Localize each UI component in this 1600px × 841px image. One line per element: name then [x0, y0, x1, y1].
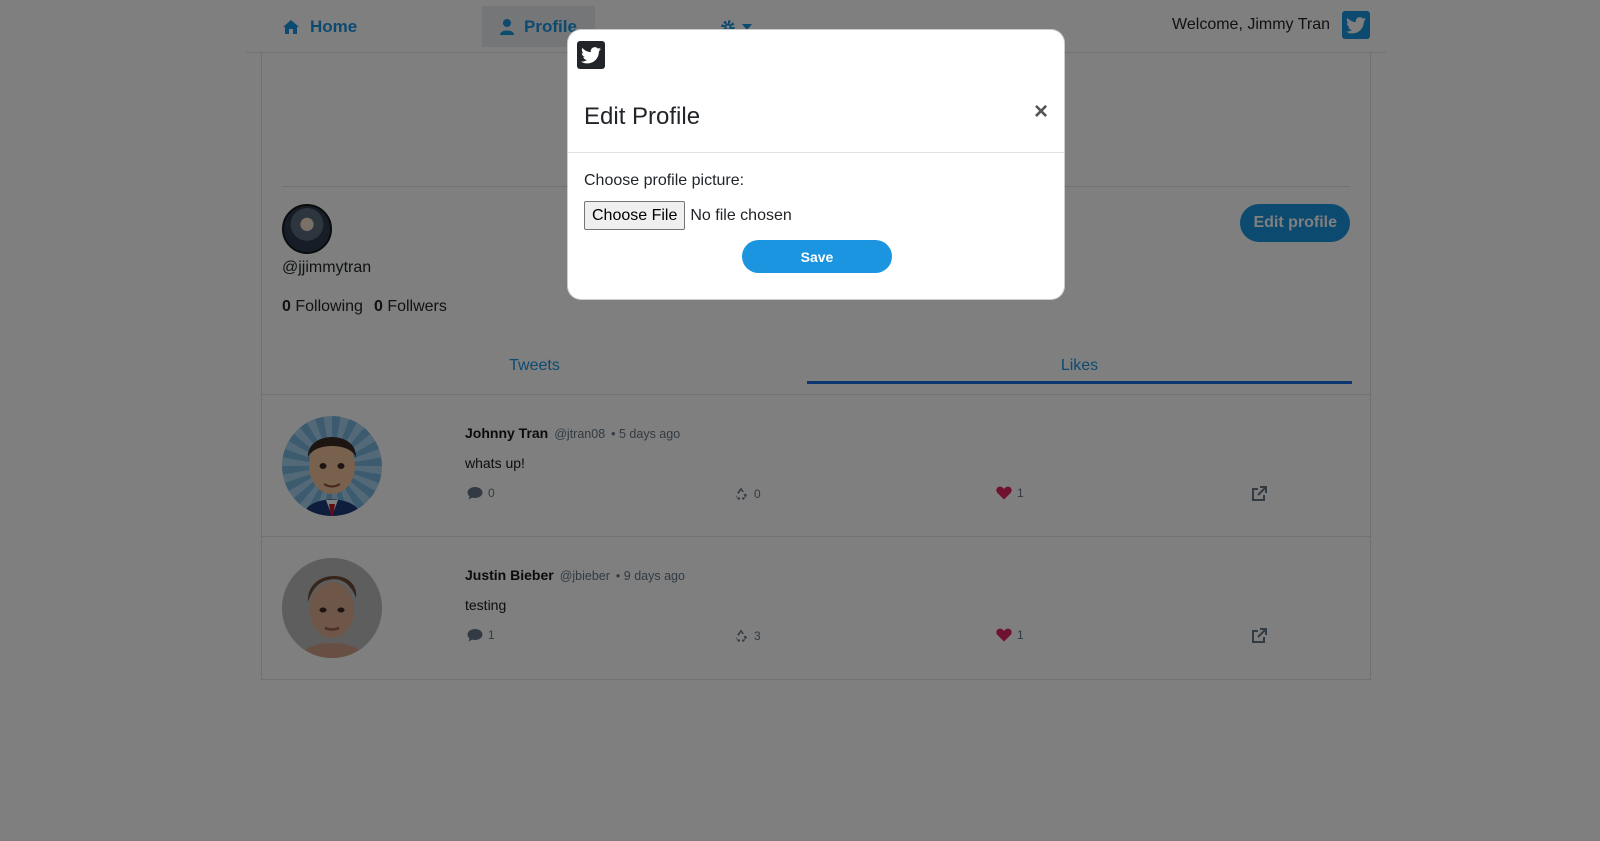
- modal-divider: [568, 152, 1064, 153]
- choose-file-button[interactable]: Choose File: [584, 201, 686, 230]
- edit-profile-modal: Edit Profile × Choose profile picture: C…: [567, 29, 1065, 300]
- twitter-icon: [577, 41, 605, 69]
- file-status: No file chosen: [690, 206, 792, 224]
- file-input[interactable]: Choose File No file chosen: [584, 201, 792, 230]
- close-icon[interactable]: ×: [1034, 100, 1048, 124]
- save-button[interactable]: Save: [742, 240, 892, 273]
- profile-picture-label: Choose profile picture:: [584, 172, 745, 189]
- modal-title: Edit Profile: [584, 103, 701, 130]
